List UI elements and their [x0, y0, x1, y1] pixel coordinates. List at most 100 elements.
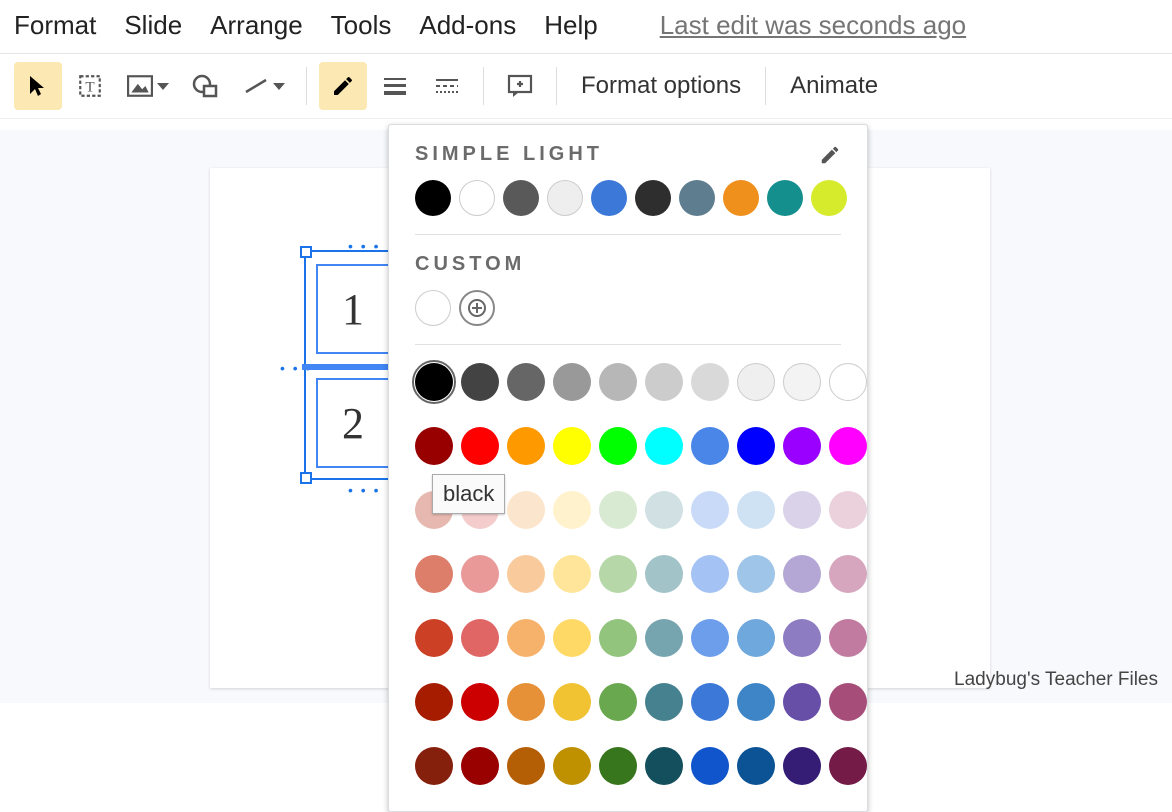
color-swatch[interactable] [829, 363, 867, 401]
border-dash-button[interactable] [423, 62, 471, 110]
color-swatch[interactable] [829, 555, 867, 593]
color-swatch[interactable] [645, 491, 683, 529]
menu-format[interactable]: Format [14, 10, 96, 41]
menu-tools[interactable]: Tools [331, 10, 392, 41]
color-swatch[interactable] [599, 363, 637, 401]
color-swatch[interactable] [599, 491, 637, 529]
color-swatch[interactable] [507, 747, 545, 785]
color-swatch[interactable] [507, 555, 545, 593]
image-tool[interactable] [118, 62, 178, 110]
color-swatch[interactable] [415, 747, 453, 785]
color-swatch[interactable] [599, 555, 637, 593]
color-swatch[interactable] [415, 619, 453, 657]
menu-help[interactable]: Help [544, 10, 597, 41]
color-swatch[interactable] [783, 747, 821, 785]
color-swatch[interactable] [415, 180, 451, 216]
color-swatch[interactable] [547, 180, 583, 216]
color-swatch[interactable] [507, 619, 545, 657]
color-swatch[interactable] [691, 619, 729, 657]
color-swatch[interactable] [783, 491, 821, 529]
color-swatch[interactable] [783, 619, 821, 657]
color-swatch[interactable] [829, 619, 867, 657]
color-swatch[interactable] [829, 491, 867, 529]
color-swatch[interactable] [599, 683, 637, 721]
color-swatch[interactable] [507, 363, 545, 401]
edit-theme-icon[interactable] [819, 144, 841, 166]
color-swatch[interactable] [507, 491, 545, 529]
color-swatch[interactable] [737, 619, 775, 657]
color-swatch[interactable] [679, 180, 715, 216]
border-weight-button[interactable] [371, 62, 419, 110]
line-tool[interactable] [234, 62, 294, 110]
color-swatch[interactable] [553, 427, 591, 465]
textbox-tool[interactable]: T [66, 62, 114, 110]
table-cell[interactable]: 2 [316, 378, 390, 468]
resize-handle[interactable]: • • • [348, 238, 380, 254]
color-swatch[interactable] [635, 180, 671, 216]
color-swatch[interactable] [507, 683, 545, 721]
color-swatch[interactable] [415, 427, 453, 465]
color-swatch[interactable] [415, 555, 453, 593]
color-swatch[interactable] [737, 555, 775, 593]
color-swatch[interactable] [691, 491, 729, 529]
shape-tool[interactable] [182, 62, 230, 110]
color-swatch[interactable] [415, 363, 453, 401]
color-swatch[interactable] [599, 747, 637, 785]
color-swatch[interactable] [691, 555, 729, 593]
color-swatch[interactable] [461, 555, 499, 593]
color-swatch[interactable] [691, 363, 729, 401]
active-border[interactable] [302, 364, 398, 370]
color-swatch[interactable] [645, 427, 683, 465]
resize-handle[interactable]: • • • [348, 482, 380, 498]
animate-button[interactable]: Animate [778, 64, 890, 108]
menu-arrange[interactable]: Arrange [210, 10, 303, 41]
selected-table[interactable]: • • • • • • • • • 1 2 [304, 250, 392, 480]
color-swatch[interactable] [553, 555, 591, 593]
color-swatch[interactable] [737, 363, 775, 401]
color-swatch[interactable] [553, 683, 591, 721]
color-swatch[interactable] [645, 619, 683, 657]
color-swatch[interactable] [737, 491, 775, 529]
color-swatch[interactable] [829, 683, 867, 721]
color-swatch[interactable] [461, 619, 499, 657]
color-swatch[interactable] [553, 491, 591, 529]
add-custom-color[interactable] [459, 290, 495, 326]
color-swatch[interactable] [737, 683, 775, 721]
color-swatch[interactable] [461, 683, 499, 721]
menu-slide[interactable]: Slide [124, 10, 182, 41]
color-swatch[interactable] [723, 180, 759, 216]
color-swatch[interactable] [691, 427, 729, 465]
color-swatch[interactable] [645, 555, 683, 593]
color-swatch[interactable] [645, 683, 683, 721]
border-color-button[interactable] [319, 62, 367, 110]
color-swatch[interactable] [415, 683, 453, 721]
color-swatch[interactable] [415, 290, 451, 326]
color-swatch[interactable] [737, 427, 775, 465]
color-swatch[interactable] [737, 747, 775, 785]
color-swatch[interactable] [645, 747, 683, 785]
color-swatch[interactable] [461, 363, 499, 401]
color-swatch[interactable] [811, 180, 847, 216]
color-swatch[interactable] [599, 619, 637, 657]
color-swatch[interactable] [783, 427, 821, 465]
color-swatch[interactable] [829, 747, 867, 785]
color-swatch[interactable] [783, 555, 821, 593]
color-swatch[interactable] [767, 180, 803, 216]
color-swatch[interactable] [553, 619, 591, 657]
select-tool[interactable] [14, 62, 62, 110]
color-swatch[interactable] [553, 363, 591, 401]
color-swatch[interactable] [461, 747, 499, 785]
color-swatch[interactable] [645, 363, 683, 401]
color-swatch[interactable] [599, 427, 637, 465]
color-swatch[interactable] [783, 363, 821, 401]
color-swatch[interactable] [829, 427, 867, 465]
edit-status[interactable]: Last edit was seconds ago [660, 10, 966, 41]
color-swatch[interactable] [553, 747, 591, 785]
color-swatch[interactable] [503, 180, 539, 216]
color-swatch[interactable] [691, 747, 729, 785]
color-swatch[interactable] [507, 427, 545, 465]
comment-button[interactable] [496, 62, 544, 110]
menu-addons[interactable]: Add-ons [419, 10, 516, 41]
color-swatch[interactable] [461, 427, 499, 465]
color-swatch[interactable] [591, 180, 627, 216]
